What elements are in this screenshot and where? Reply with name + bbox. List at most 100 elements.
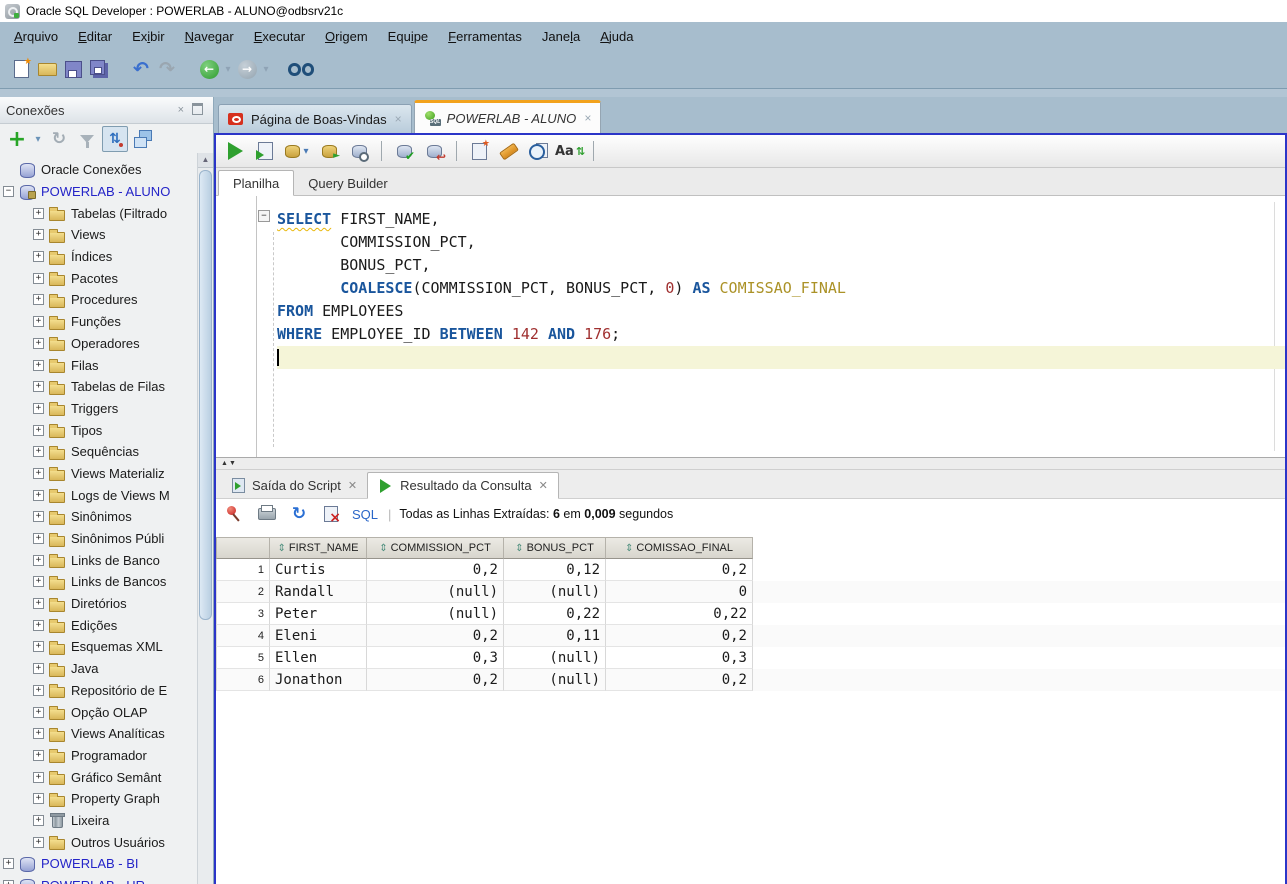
tree-item-views-materializ[interactable]: +Views Materializ	[0, 463, 213, 485]
undo-icon[interactable]	[128, 56, 154, 82]
expand-toggle-icon[interactable]: +	[33, 707, 44, 718]
cell[interactable]: 0,2	[606, 625, 753, 647]
menu-ajuda[interactable]: Ajuda	[590, 25, 643, 48]
menu-ferramentas[interactable]: Ferramentas	[438, 25, 532, 48]
cell[interactable]: 0,2	[606, 669, 753, 691]
expand-toggle-icon[interactable]: +	[3, 858, 14, 869]
cell[interactable]: 0,3	[367, 647, 504, 669]
table-row[interactable]: 1Curtis0,20,120,2	[216, 559, 1285, 581]
add-dropdown-icon[interactable]	[32, 126, 44, 152]
expand-toggle-icon[interactable]: +	[33, 837, 44, 848]
tree-item-links-de-banco[interactable]: +Links de Banco	[0, 549, 213, 571]
tree-item-tipos[interactable]: +Tipos	[0, 419, 213, 441]
sql-editor[interactable]: − SELECT FIRST_NAME, COMMISSION_PCT, BON…	[216, 196, 1285, 458]
expand-toggle-icon[interactable]: +	[33, 490, 44, 501]
find-icon[interactable]	[288, 56, 314, 82]
tree-item-property-graph[interactable]: +Property Graph	[0, 788, 213, 810]
menu-executar[interactable]: Executar	[244, 25, 315, 48]
redo-icon[interactable]	[154, 56, 180, 82]
close-icon[interactable]: ×	[584, 111, 591, 125]
table-row[interactable]: 5Ellen0,3(null)0,3	[216, 647, 1285, 669]
table-row[interactable]: 2Randall(null)(null)0	[216, 581, 1285, 603]
tree-item-esquemas-xml[interactable]: +Esquemas XML	[0, 636, 213, 658]
tree-item-java[interactable]: +Java	[0, 658, 213, 680]
cell[interactable]: 0	[606, 581, 753, 603]
cell[interactable]: Jonathon	[270, 669, 367, 691]
tab-sa-da-do-script[interactable]: Saída do Script✕	[220, 473, 367, 498]
tree-item-sin-nimos[interactable]: +Sinônimos	[0, 506, 213, 528]
code-line[interactable]: COMMISSION_PCT,	[277, 231, 1285, 254]
expand-toggle-icon[interactable]: +	[33, 251, 44, 262]
menu-arquivo[interactable]: Arquivo	[4, 25, 68, 48]
expand-toggle-icon[interactable]: +	[33, 338, 44, 349]
expand-toggle-icon[interactable]: +	[33, 403, 44, 414]
code-line[interactable]: SELECT FIRST_NAME,	[277, 208, 1285, 231]
add-connection-icon[interactable]	[4, 126, 30, 152]
tree-item-diret-rios[interactable]: +Diretórios	[0, 593, 213, 615]
run-script-icon[interactable]	[252, 138, 278, 164]
close-icon[interactable]: ✕	[348, 479, 357, 492]
tree-item-lixeira[interactable]: +Lixeira	[0, 810, 213, 832]
tree-item-procedures[interactable]: +Procedures	[0, 289, 213, 311]
expand-toggle-icon[interactable]: +	[33, 468, 44, 479]
save-all-icon[interactable]	[86, 56, 112, 82]
clear-icon[interactable]	[496, 138, 522, 164]
history-icon[interactable]	[526, 138, 552, 164]
tree-item-powerlab-aluno[interactable]: −POWERLAB - ALUNO	[0, 181, 213, 203]
tree-item-programador[interactable]: +Programador	[0, 745, 213, 767]
expand-toggle-icon[interactable]: +	[33, 772, 44, 783]
code-line[interactable]: FROM EMPLOYEES	[277, 300, 1285, 323]
expand-toggle-icon[interactable]: +	[33, 360, 44, 371]
forward-dropdown-icon[interactable]	[260, 56, 272, 82]
close-icon[interactable]: ×	[395, 112, 402, 126]
splitter-collapse-down-icon[interactable]: ▼	[229, 460, 236, 467]
tree-item-triggers[interactable]: +Triggers	[0, 398, 213, 420]
explain-plan-icon[interactable]	[346, 138, 372, 164]
tree-item-ndices[interactable]: +Índices	[0, 246, 213, 268]
expand-toggle-icon[interactable]: +	[33, 425, 44, 436]
commit-icon[interactable]	[391, 138, 417, 164]
print-icon[interactable]	[254, 501, 280, 527]
expand-toggle-icon[interactable]: +	[33, 641, 44, 652]
code-area[interactable]: SELECT FIRST_NAME, COMMISSION_PCT, BONUS…	[257, 196, 1285, 457]
tab-powerlab-aluno[interactable]: POWERLAB - ALUNO×	[414, 100, 602, 133]
tab-planilha[interactable]: Planilha	[218, 170, 294, 196]
tree-item-pacotes[interactable]: +Pacotes	[0, 267, 213, 289]
cell[interactable]: Curtis	[270, 559, 367, 581]
menu-editar[interactable]: Editar	[68, 25, 122, 48]
tree-item-logs-de-views-m[interactable]: +Logs de Views M	[0, 484, 213, 506]
case-toggle-icon[interactable]	[556, 138, 584, 164]
expand-toggle-icon[interactable]: +	[33, 533, 44, 544]
filter-icon[interactable]	[74, 126, 100, 152]
expand-toggle-icon[interactable]: +	[33, 728, 44, 739]
tree-item-gr-fico-sem-nt[interactable]: +Gráfico Semânt	[0, 766, 213, 788]
expand-toggle-icon[interactable]: +	[33, 598, 44, 609]
delete-results-icon[interactable]	[318, 501, 344, 527]
cell[interactable]: 0,2	[606, 559, 753, 581]
back-icon[interactable]	[196, 56, 222, 82]
tree-item-fun-es[interactable]: +Funções	[0, 311, 213, 333]
expand-toggle-icon[interactable]: +	[33, 511, 44, 522]
tree-item-views[interactable]: +Views	[0, 224, 213, 246]
menu-janela[interactable]: Janela	[532, 25, 590, 48]
expand-toggle-icon[interactable]: +	[33, 576, 44, 587]
expand-toggle-icon[interactable]: +	[33, 273, 44, 284]
rollback-icon[interactable]	[421, 138, 447, 164]
expand-toggle-icon[interactable]: +	[33, 663, 44, 674]
splitter-collapse-up-icon[interactable]: ▲	[221, 460, 228, 467]
scrollbar-up-icon[interactable]: ▲	[198, 153, 213, 168]
tree-item-powerlab-hr[interactable]: +POWERLAB - HR	[0, 875, 213, 884]
menu-exibir[interactable]: Exibir	[122, 25, 175, 48]
cell[interactable]: 0,22	[606, 603, 753, 625]
code-line[interactable]	[277, 346, 1285, 369]
tree-item-powerlab-bi[interactable]: +POWERLAB - BI	[0, 853, 213, 875]
unshared-icon[interactable]	[466, 138, 492, 164]
tree-item-tabelas-filtrado[interactable]: +Tabelas (Filtrado	[0, 202, 213, 224]
tab-p-gina-de-boas-vindas[interactable]: Página de Boas-Vindas×	[218, 104, 412, 133]
expand-toggle-icon[interactable]: +	[33, 555, 44, 566]
tree-item-sin-nimos-p-bli[interactable]: +Sinônimos Públi	[0, 528, 213, 550]
cell[interactable]: 0,2	[367, 625, 504, 647]
refresh-icon[interactable]	[286, 501, 312, 527]
tree-item-sequ-ncias[interactable]: +Sequências	[0, 441, 213, 463]
sql-link[interactable]: SQL	[352, 507, 378, 522]
